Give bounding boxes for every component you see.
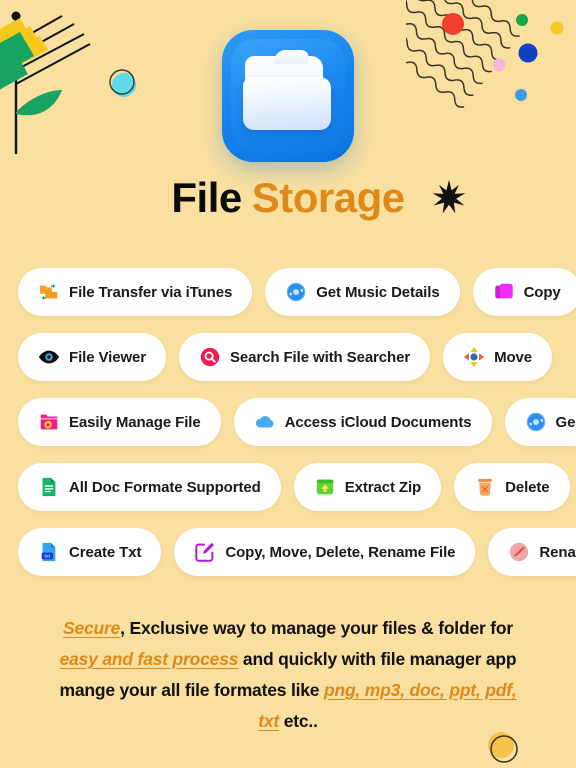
feature-pill-label: Easily Manage File — [69, 413, 201, 431]
feature-row: File Viewer Search File with Searcher Mo… — [0, 333, 576, 381]
feature-pill-get-music-details-2[interactable]: Ge — [504, 398, 576, 446]
feature-pill-access-icloud-documents[interactable]: Access iCloud Documents — [233, 398, 492, 446]
feature-pill-move[interactable]: Move — [443, 333, 553, 381]
music-disc-icon — [526, 412, 545, 432]
folder-gear-icon — [40, 414, 58, 430]
eye-icon — [38, 350, 60, 364]
feature-pill-label: File Transfer via iTunes — [69, 283, 233, 301]
app-promo-screen: File Storage File Transfer via iTunes Ge… — [0, 0, 576, 768]
feature-pill-label: Access iCloud Documents — [284, 413, 472, 431]
feature-row: Easily Manage File Access iCloud Documen… — [0, 398, 576, 446]
feature-pill-search-file-with-searcher[interactable]: Search File with Searcher — [179, 333, 431, 381]
page-title-part1: File — [171, 174, 242, 221]
feature-pill-label: Renam — [539, 543, 576, 561]
wavy-lines-decoration — [406, 0, 564, 108]
svg-text:txt: txt — [44, 554, 50, 560]
feature-pill-label: Copy, Move, Delete, Rename File — [225, 543, 456, 561]
rename-pencil-icon — [510, 542, 529, 562]
feature-pill-delete[interactable]: Delete — [454, 463, 570, 511]
folder-transfer-icon — [39, 284, 58, 300]
description-segment-6: etc.. — [279, 711, 318, 731]
folder-icon — [243, 56, 333, 134]
trash-icon — [478, 478, 492, 496]
feature-pill-all-doc-formate-supported[interactable]: All Doc Formate Supported — [18, 463, 281, 511]
feature-pill-create-txt[interactable]: txt Create Txt — [18, 528, 162, 576]
app-icon — [222, 30, 354, 162]
wheat-plant-decoration — [0, 11, 91, 154]
page-title-part2: Storage — [251, 174, 405, 221]
copy-icon — [494, 283, 513, 299]
feature-pill-label: Create Txt — [69, 543, 142, 561]
description-highlight-secure: Secure — [63, 618, 121, 638]
cloud-icon — [255, 416, 274, 428]
feature-pill-label: Move — [494, 348, 533, 366]
search-icon — [200, 347, 220, 367]
description-paragraph: Secure, Exclusive way to manage your fil… — [50, 613, 526, 737]
feature-row: All Doc Formate Supported Extract Zip De… — [0, 463, 576, 511]
feature-pill-extract-zip[interactable]: Extract Zip — [293, 463, 442, 511]
move-arrows-icon — [464, 346, 485, 368]
feature-row: txt Create Txt Copy, Move, Delete, Renam… — [0, 528, 576, 576]
feature-pill-get-music-details[interactable]: Get Music Details — [265, 268, 460, 316]
feature-pill-list: File Transfer via iTunes Get Music Detai… — [0, 268, 576, 593]
feature-pill-file-viewer[interactable]: File Viewer — [18, 333, 166, 381]
description-highlight-process: easy and fast process — [59, 649, 239, 669]
feature-pill-label: All Doc Formate Supported — [69, 478, 261, 496]
txt-file-icon: txt — [41, 542, 56, 562]
feature-pill-rename[interactable]: Renam — [488, 528, 576, 576]
extract-zip-icon — [316, 479, 333, 495]
feature-pill-label: File Viewer — [69, 348, 146, 366]
feature-pill-label: Search File with Searcher — [230, 348, 411, 366]
page-title: File Storage — [0, 173, 576, 223]
feature-pill-copy[interactable]: Copy — [472, 268, 576, 316]
edit-square-icon — [195, 542, 215, 562]
feature-pill-label: Ge — [555, 413, 576, 431]
music-disc-icon — [287, 282, 306, 302]
feature-pill-file-transfer-via-itunes[interactable]: File Transfer via iTunes — [18, 268, 253, 316]
feature-pill-label: Extract Zip — [344, 478, 422, 496]
feature-pill-copy-move-delete-rename-file[interactable]: Copy, Move, Delete, Rename File — [174, 528, 476, 576]
document-icon — [42, 477, 56, 497]
feature-pill-label: Copy — [523, 283, 561, 301]
cyan-circle-decoration — [109, 69, 136, 97]
feature-pill-label: Get Music Details — [316, 283, 440, 301]
feature-row: File Transfer via iTunes Get Music Detai… — [0, 268, 576, 316]
description-segment-2: , Exclusive way to manage your files & f… — [120, 618, 513, 638]
feature-pill-label: Delete — [505, 478, 550, 496]
feature-pill-easily-manage-file[interactable]: Easily Manage File — [18, 398, 221, 446]
